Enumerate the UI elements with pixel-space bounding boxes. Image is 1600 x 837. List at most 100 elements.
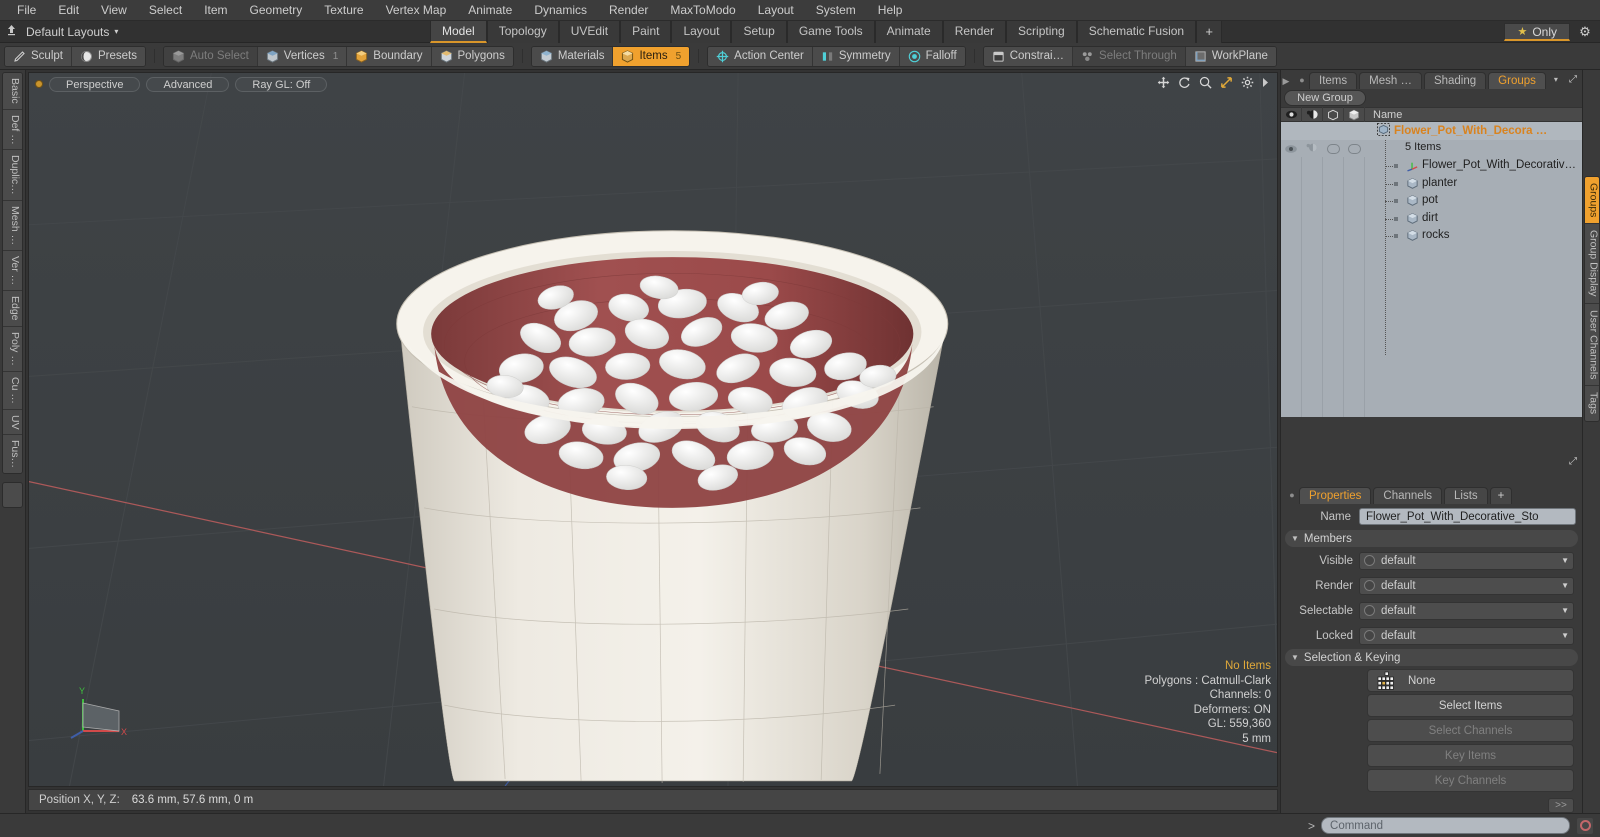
row-outline-checkbox[interactable] — [1327, 143, 1340, 154]
rotate-icon[interactable] — [1178, 76, 1191, 92]
selection-keying-section-header[interactable]: ▼ Selection & Keying — [1285, 649, 1578, 666]
panel-collapse-arrow-icon[interactable]: ▶ — [1281, 70, 1291, 89]
left-tab-basic[interactable]: Basic — [3, 73, 22, 110]
gear-icon[interactable]: ⚙ — [1574, 24, 1596, 40]
far-tab-groups[interactable]: Groups — [1584, 177, 1599, 225]
tab-add-button[interactable]: + — [1196, 21, 1223, 43]
viewport-3d[interactable]: Perspective Advanced Ray GL: Off No Item… — [28, 72, 1278, 787]
menu-item-render[interactable]: Render — [598, 0, 659, 21]
tab-lists[interactable]: Lists — [1444, 487, 1488, 504]
select-items-button[interactable]: Select Items — [1367, 694, 1574, 717]
properties-menu-dot-icon[interactable]: ● — [1285, 485, 1299, 504]
materials-button[interactable]: Materials — [531, 46, 614, 66]
menu-item-layout[interactable]: Layout — [747, 0, 805, 21]
move-icon[interactable] — [1157, 76, 1170, 92]
menu-item-maxtomodo[interactable]: MaxToModo — [659, 0, 746, 21]
tab-topology[interactable]: Topology — [486, 21, 559, 43]
tab-uvedit[interactable]: UVEdit — [558, 21, 621, 43]
select-through-button[interactable]: Select Through — [1073, 46, 1186, 66]
tree-row-child-0[interactable]: Flower_Pot_With_Decorativ… — [1281, 157, 1582, 175]
tab-paint[interactable]: Paint — [620, 21, 672, 43]
tab-channels[interactable]: Channels — [1373, 487, 1443, 504]
render-icon[interactable] — [1302, 107, 1323, 122]
chevron-down-icon[interactable]: ▾ — [109, 27, 118, 36]
viewport-raygl-button[interactable]: Ray GL: Off — [235, 76, 328, 92]
presets-button[interactable]: Presets — [71, 46, 145, 66]
far-tab-group-display[interactable]: Group Display — [1584, 224, 1599, 304]
menu-item-file[interactable]: File — [6, 0, 47, 21]
menu-item-select[interactable]: Select — [138, 0, 193, 21]
command-input[interactable]: Command — [1321, 817, 1570, 834]
left-tab-vertex[interactable]: Ver … — [3, 251, 22, 292]
visible-dropdown[interactable]: default ▼ — [1359, 551, 1574, 570]
panel-menu-dot-icon[interactable]: ● — [1295, 70, 1309, 89]
group-tree[interactable]: Flower_Pot_With_Decora … 5 Items Flower_… — [1281, 122, 1582, 417]
tab-game-tools[interactable]: Game Tools — [786, 21, 875, 43]
selectable-radio-icon[interactable] — [1364, 605, 1375, 616]
symmetry-button[interactable]: Symmetry — [812, 46, 900, 66]
left-tab-duplicate[interactable]: Duplic… — [3, 150, 22, 202]
boundary-button[interactable]: Boundary — [347, 46, 432, 66]
tab-model[interactable]: Model — [430, 21, 487, 43]
key-items-button[interactable]: Key Items — [1367, 744, 1574, 767]
menu-item-geometry[interactable]: Geometry — [239, 0, 314, 21]
row-solid-checkbox[interactable] — [1348, 143, 1361, 154]
tab-setup[interactable]: Setup — [731, 21, 787, 43]
menu-item-system[interactable]: System — [805, 0, 867, 21]
tab-properties[interactable]: Properties — [1299, 487, 1372, 504]
row-visible-toggle-icon[interactable] — [1284, 143, 1298, 157]
far-tab-user-channels[interactable]: User Channels — [1584, 303, 1599, 387]
tab-scripting[interactable]: Scripting — [1006, 21, 1077, 43]
panel-expand-icon[interactable]: ⤢ — [1564, 74, 1582, 85]
viewport-shading-button[interactable]: Advanced — [146, 76, 230, 92]
selectable-dropdown[interactable]: default ▼ — [1359, 601, 1574, 620]
keyframe-state-button[interactable]: None — [1367, 669, 1574, 692]
cube-outline-icon[interactable] — [1323, 107, 1344, 122]
tab-animate[interactable]: Animate — [874, 21, 943, 43]
panel-tab-items[interactable]: Items — [1309, 72, 1358, 89]
zoom-icon[interactable] — [1199, 76, 1212, 92]
select-channels-button[interactable]: Select Channels — [1367, 719, 1574, 742]
tab-layout[interactable]: Layout — [671, 21, 732, 43]
sculpt-button[interactable]: Sculpt — [5, 46, 72, 66]
tab-render[interactable]: Render — [942, 21, 1007, 43]
properties-expand-icon[interactable]: ⤢ — [1564, 456, 1582, 467]
left-tab-edge[interactable]: Edge — [3, 291, 22, 327]
left-tab-fusion[interactable]: Fus… — [3, 435, 22, 474]
tree-row-child-4[interactable]: rocks — [1281, 227, 1582, 245]
left-tab-deform[interactable]: Def … — [3, 109, 22, 151]
name-field[interactable]: Flower_Pot_With_Decorative_Sto — [1359, 508, 1576, 525]
action-center-button[interactable]: Action Center — [708, 46, 813, 66]
tab-schematic-fusion[interactable]: Schematic Fusion — [1076, 21, 1197, 43]
members-section-header[interactable]: ▼ Members — [1285, 530, 1578, 547]
left-tab-uv[interactable]: UV — [3, 409, 22, 436]
gear-icon[interactable] — [1241, 76, 1254, 92]
more-options-button[interactable]: >> — [1548, 798, 1574, 813]
only-toggle-button[interactable]: ★ Only — [1504, 23, 1570, 41]
tree-row-root[interactable]: Flower_Pot_With_Decora … — [1281, 122, 1582, 140]
locked-dropdown[interactable]: default ▼ — [1359, 626, 1574, 645]
new-group-button[interactable]: New Group — [1284, 90, 1366, 106]
left-tab-polygon[interactable]: Poly … — [3, 326, 22, 372]
fit-icon[interactable] — [1220, 76, 1233, 92]
viewport-menu-dot[interactable] — [35, 80, 43, 88]
menu-item-texture[interactable]: Texture — [313, 0, 374, 21]
panel-tab-mesh[interactable]: Mesh … — [1359, 72, 1422, 89]
menu-item-item[interactable]: Item — [193, 0, 238, 21]
locked-radio-icon[interactable] — [1364, 630, 1375, 641]
pin-icon[interactable] — [0, 24, 22, 39]
record-icon[interactable] — [1576, 816, 1594, 835]
left-tab-mesh[interactable]: Mesh … — [3, 201, 22, 252]
caret-right-icon[interactable] — [1262, 77, 1269, 91]
visible-radio-icon[interactable] — [1364, 555, 1375, 566]
menu-item-animate[interactable]: Animate — [457, 0, 523, 21]
panel-tabs-overflow-icon[interactable]: ▾ — [1548, 75, 1564, 84]
menu-item-dynamics[interactable]: Dynamics — [523, 0, 598, 21]
auto-select-button[interactable]: Auto Select — [163, 46, 258, 66]
menu-item-vertex-map[interactable]: Vertex Map — [375, 0, 458, 21]
tree-row-child-1[interactable]: planter — [1281, 175, 1582, 193]
left-rail-extra-button[interactable] — [2, 482, 23, 509]
panel-tab-shading[interactable]: Shading — [1423, 72, 1487, 89]
left-tab-curve[interactable]: Cu … — [3, 371, 22, 410]
workplane-button[interactable]: WorkPlane — [1185, 46, 1276, 66]
